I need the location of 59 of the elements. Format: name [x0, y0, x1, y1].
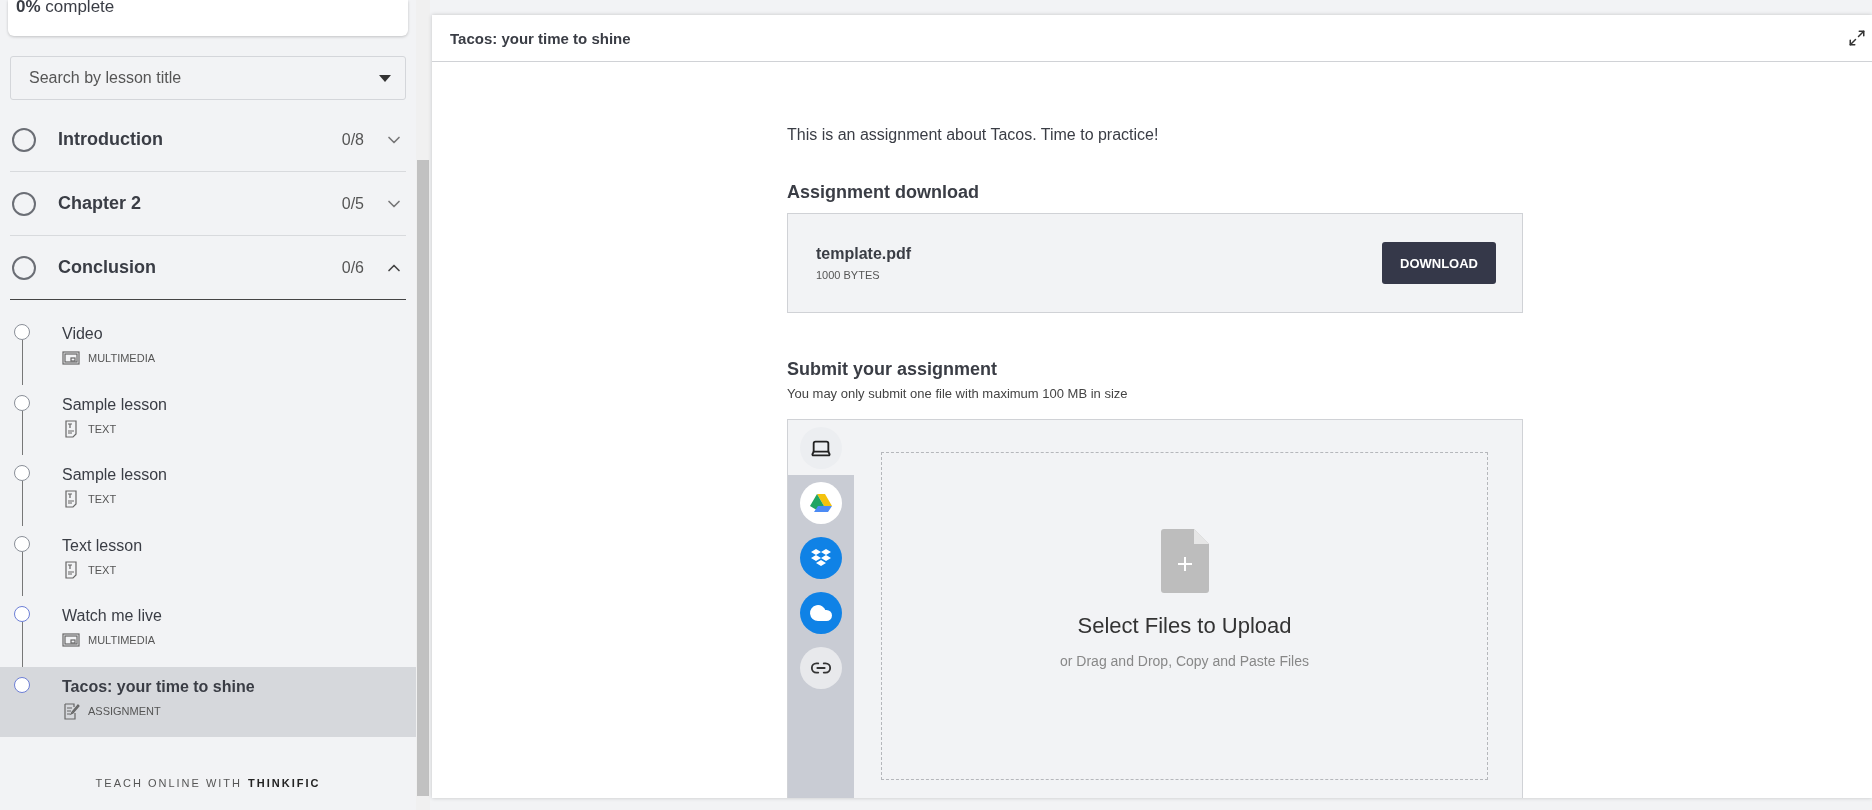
chapter-count: 0/6 — [341, 258, 364, 277]
brand-text: THINKIFIC — [248, 777, 321, 789]
lesson-type: MULTIMEDIA — [88, 352, 156, 364]
chapter-row[interactable]: Chapter 2 0/5 — [10, 172, 406, 236]
file-add-icon — [1160, 529, 1209, 593]
progress-ring-icon — [12, 127, 36, 152]
scrollbar[interactable] — [416, 0, 430, 810]
caret-icon — [379, 74, 391, 82]
lesson-title: Watch me live — [62, 607, 162, 625]
lesson-type: TEXT — [88, 563, 117, 576]
lesson-item[interactable]: Watch me live MULTIMEDIA — [0, 596, 416, 667]
text-document-icon — [62, 419, 80, 438]
text-document-icon — [62, 490, 80, 508]
cloud-icon — [800, 591, 842, 634]
lesson-title: Tacos: your time to shine — [62, 677, 255, 696]
lesson-title: Video — [62, 325, 104, 343]
upload-hint: or Drag and Drop, Copy and Paste Files — [1060, 653, 1309, 669]
section-heading: Submit your assignment — [787, 359, 999, 380]
chapter-title: Conclusion — [58, 257, 157, 278]
submit-note: You may only submit one file with maximum 100 MB in size — [787, 386, 1129, 401]
footer-text: TEACH ONLINE WITH — [95, 777, 243, 789]
edit-document-icon — [62, 701, 80, 720]
box-logo-icon — [800, 536, 842, 579]
lesson-item[interactable]: Video MULTIMEDIA — [0, 314, 416, 385]
upload-title: Select Files to Upload — [1077, 613, 1292, 639]
triangle-logo-icon — [800, 481, 842, 524]
lesson-type: TEXT — [88, 493, 117, 505]
chapter-row[interactable]: Conclusion 0/6 — [10, 236, 406, 300]
lesson-search-dropdown[interactable]: Search by lesson title — [10, 56, 406, 100]
lesson-type: TEXT — [88, 422, 117, 435]
progress-ring-icon — [12, 255, 36, 280]
chapter-count: 0/8 — [341, 130, 364, 149]
expand-icon[interactable] — [1848, 29, 1866, 47]
progress-ring-icon — [12, 191, 36, 216]
progress-text: 0% complete — [16, 0, 115, 14]
lesson-header-title: Tacos: your time to shine — [450, 29, 631, 47]
lesson-title: Sample lesson — [62, 466, 167, 484]
lesson-type: ASSIGNMENT — [88, 704, 161, 717]
chapter-count: 0/5 — [341, 194, 364, 213]
lesson-type: MULTIMEDIA — [88, 634, 156, 646]
chapter-title: Introduction — [58, 129, 164, 150]
media-window-icon — [62, 631, 80, 649]
section-heading: Assignment download — [787, 182, 980, 203]
text-document-icon — [62, 560, 80, 579]
chapter-row[interactable]: Introduction 0/8 — [10, 108, 406, 172]
lesson-item[interactable]: Tacos: your time to shine ASSIGNMENT — [0, 666, 416, 737]
file-name: template.pdf — [816, 245, 912, 263]
link-icon — [800, 646, 842, 689]
lesson-title: Sample lesson — [62, 395, 167, 414]
lesson-item[interactable]: Sample lesson TEXT — [0, 455, 416, 526]
download-button[interactable]: DOWNLOAD — [1382, 242, 1496, 284]
lesson-item[interactable]: Text lesson TEXT — [0, 525, 416, 596]
file-size: 1000 BYTES — [816, 269, 881, 281]
chapter-title: Chapter 2 — [58, 193, 143, 214]
media-window-icon — [62, 349, 80, 367]
lesson-title: Text lesson — [62, 536, 143, 555]
laptop-icon — [800, 426, 842, 469]
lesson-item[interactable]: Sample lesson TEXT — [0, 384, 416, 455]
intro-text: This is an assignment about Tacos. Time to practice! — [787, 126, 1160, 144]
